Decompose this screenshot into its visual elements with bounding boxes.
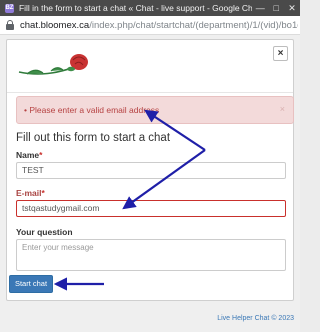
email-label: E-mail* bbox=[16, 188, 45, 198]
name-label-text: Name bbox=[16, 150, 40, 160]
question-textarea[interactable]: Enter your message bbox=[16, 239, 286, 271]
form-heading: Fill out this form to start a chat bbox=[16, 132, 171, 144]
bloomex-rose-logo bbox=[18, 54, 88, 75]
chat-form-modal: × • Please enter a valid email address ×… bbox=[6, 39, 294, 301]
maximize-button[interactable]: □ bbox=[268, 3, 284, 13]
lock-icon[interactable] bbox=[6, 20, 14, 30]
name-required-mark: * bbox=[39, 150, 43, 160]
close-window-button[interactable]: ✕ bbox=[284, 3, 300, 14]
window-title: Fill in the form to start a chat « Chat … bbox=[18, 3, 253, 13]
email-required-mark: * bbox=[41, 188, 45, 198]
url-text[interactable]: chat.bloomex.ca/index.php/chat/startchat… bbox=[20, 20, 298, 31]
alert-message: • Please enter a valid email address bbox=[24, 105, 160, 115]
page-background: × • Please enter a valid email address ×… bbox=[0, 35, 300, 332]
modal-header-divider bbox=[7, 92, 293, 93]
modal-close-button[interactable]: × bbox=[273, 46, 288, 61]
minimize-button[interactable]: — bbox=[252, 3, 268, 13]
error-alert: • Please enter a valid email address × bbox=[16, 96, 294, 124]
start-chat-button[interactable]: Start chat bbox=[9, 275, 53, 293]
window-titlebar: BZ Fill in the form to start a chat « Ch… bbox=[0, 0, 300, 16]
address-bar[interactable]: chat.bloomex.ca/index.php/chat/startchat… bbox=[0, 16, 300, 35]
footer-credit-link[interactable]: Live Helper Chat © 2023 bbox=[217, 315, 294, 322]
alert-dismiss-icon[interactable]: × bbox=[280, 104, 285, 114]
question-label: Your question bbox=[16, 227, 73, 237]
email-field[interactable]: tstqastudygmail.com bbox=[16, 200, 286, 217]
name-label: Name* bbox=[16, 150, 42, 160]
url-path: /index.php/chat/startchat/(department)/1… bbox=[89, 19, 298, 31]
email-label-text: E-mail bbox=[16, 188, 42, 198]
app-icon: BZ bbox=[5, 3, 14, 13]
url-domain: chat.bloomex.ca bbox=[20, 19, 90, 31]
name-field[interactable]: TEST bbox=[16, 162, 286, 179]
